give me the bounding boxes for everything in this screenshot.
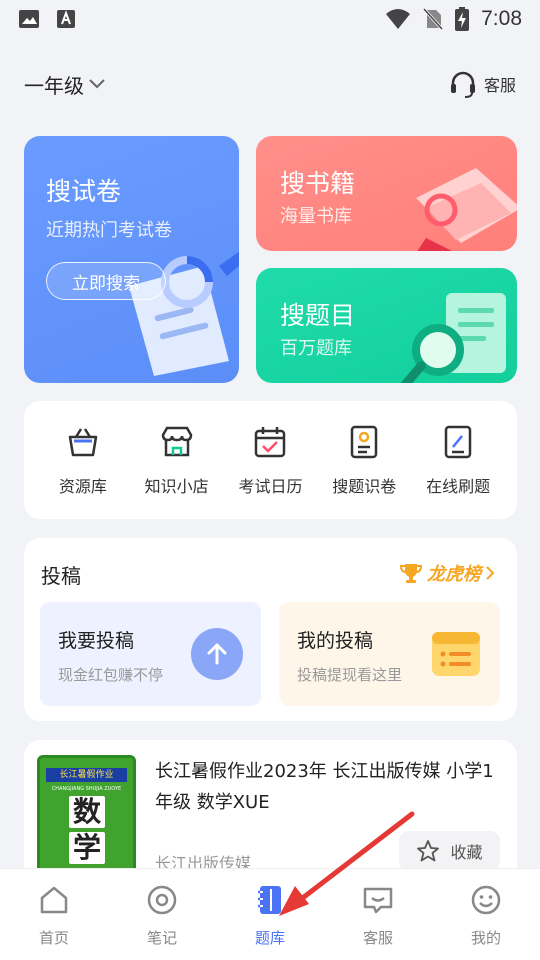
magnifier-doc-illustration [400,293,506,383]
trophy-icon [399,564,423,583]
submit-new-title: 我要投稿 [58,630,135,652]
basket-icon [68,428,98,457]
calendar-icon [255,427,286,458]
cover-char: 数 [69,796,105,828]
tool-calendar[interactable]: 考试日历 [226,423,314,519]
wifi-icon [386,9,411,29]
tool-row: 资源库 知识小店 考试日历 搜题识卷 在线刷题 [24,401,517,519]
my-submissions-title: 我的投稿 [297,630,374,652]
top-header: 一年级 客服 [24,62,516,106]
nav-label: 我的 [470,929,501,947]
tool-label: 在线刷题 [426,477,491,496]
image-notification-icon [19,10,39,28]
grade-selector[interactable]: 一年级 [24,70,106,99]
search-paper-title: 搜试卷 [46,177,122,206]
nav-label: 笔记 [146,929,177,947]
chevron-right-icon [486,566,495,580]
section-title: 投稿 [41,564,81,588]
nav-profile[interactable]: 我的 [432,869,540,960]
nav-question-bank[interactable]: 题库 [216,869,324,960]
search-books-title: 搜书籍 [280,169,356,198]
my-submissions-desc: 投稿提现看这里 [297,666,403,684]
battery-charging-icon [455,7,470,31]
book-illustration [416,168,517,251]
nav-home[interactable]: 首页 [0,869,108,960]
chat-icon [363,887,393,914]
search-paper-subtitle: 近期热门考试卷 [46,220,172,241]
customer-service-label: 客服 [483,76,516,95]
no-sim-icon [423,8,444,30]
search-now-button[interactable]: 立即搜索 [46,262,166,300]
home-icon [40,886,68,914]
nav-notes[interactable]: 笔记 [108,869,216,960]
nav-label: 客服 [362,929,393,947]
submission-section: 投稿 龙虎榜 我要投稿 现金红包赚不停 我的投稿 投稿提现看这里 [24,538,517,721]
bottom-nav: 首页 笔记 题库 客服 我的 [0,868,540,960]
tool-scan[interactable]: 搜题识卷 [320,423,408,519]
cover-pinyin: CHANGJIANG SHUJIA ZUOYE [51,786,122,792]
nav-service[interactable]: 客服 [324,869,432,960]
grade-label: 一年级 [24,73,84,98]
store-icon [161,426,192,457]
status-bar: 7:08 [0,0,540,38]
nav-label: 首页 [38,929,69,947]
note-list-icon [432,632,480,676]
nav-label: 题库 [254,929,285,947]
submit-new-card[interactable]: 我要投稿 现金红包赚不停 [40,602,261,706]
tool-label: 知识小店 [144,477,209,496]
search-questions-card[interactable]: 搜题目 百万题库 [256,268,517,383]
submit-new-desc: 现金红包赚不停 [58,666,164,684]
tool-label: 资源库 [58,477,107,496]
book-title: 长江暑假作业2023年 长江出版传媒 小学1年级 数学XUE [155,761,494,813]
favorite-label: 收藏 [450,843,483,862]
question-bank-icon [258,886,281,914]
my-submissions-card[interactable]: 我的投稿 投稿提现看这里 [279,602,500,706]
tool-label: 考试日历 [238,477,303,496]
customer-service-button[interactable]: 客服 [448,69,516,99]
search-books-card[interactable]: 搜书籍 海量书库 [256,136,517,251]
edit-doc-icon [444,425,472,459]
upload-icon [191,628,243,680]
ranking-link[interactable]: 龙虎榜 [399,560,495,586]
chevron-down-icon [89,79,105,89]
notes-icon [147,885,177,915]
profile-icon [471,885,501,915]
status-time: 7:08 [481,7,522,30]
ranking-label: 龙虎榜 [427,564,481,585]
headset-icon [450,71,475,98]
star-icon [417,840,440,862]
tool-resources[interactable]: 资源库 [39,423,127,519]
scan-doc-icon [351,425,378,459]
search-questions-title: 搜题目 [280,301,356,330]
cover-char: 学 [69,832,105,864]
tool-practice[interactable]: 在线刷题 [414,423,502,519]
tool-label: 搜题识卷 [332,477,397,496]
tool-store[interactable]: 知识小店 [133,423,221,519]
favorite-button[interactable]: 收藏 [399,831,500,871]
search-books-subtitle: 海量书库 [280,206,352,227]
font-notification-icon [57,10,75,28]
search-questions-subtitle: 百万题库 [280,338,352,359]
search-paper-card[interactable]: 搜试卷 近期热门考试卷 立即搜索 [24,136,239,383]
cover-banner: 长江暑假作业 [46,768,127,782]
